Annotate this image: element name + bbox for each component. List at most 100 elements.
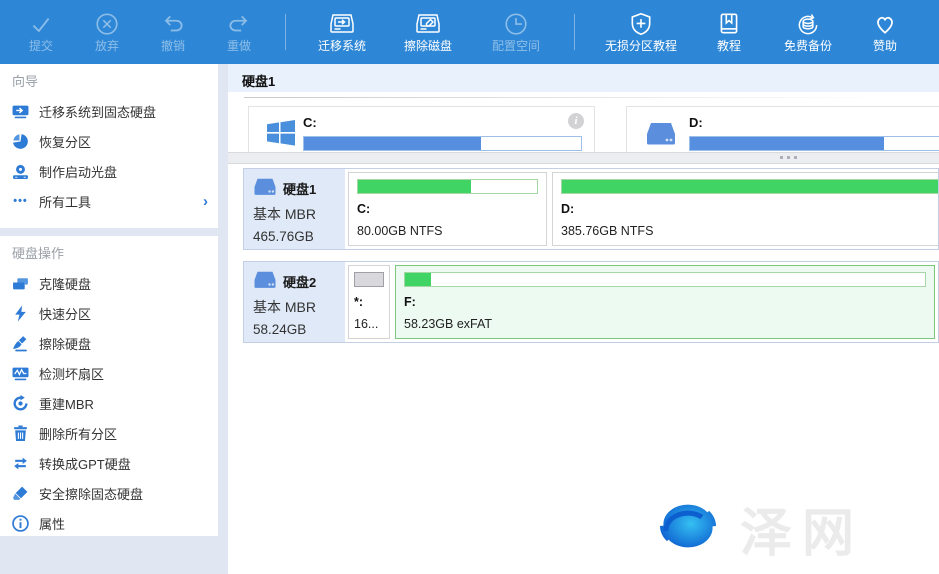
commit-button[interactable]: 提交 [8,11,74,53]
partition-tutorial-label: 无损分区教程 [605,40,677,53]
disk-name: 硬盘2 [283,272,316,291]
sidebar-item-label: 转换成GPT硬盘 [39,454,131,473]
sidebar-item-recover-partition[interactable]: 恢复分区 [0,126,218,156]
tutorial-button[interactable]: 教程 [694,11,764,53]
disk-size: 465.76GB [253,229,345,244]
toolbar-separator [285,14,286,50]
usage-bar-fill [304,137,481,150]
disk-type: 基本 MBR [253,204,345,224]
sidebar-item-all-tools[interactable]: ••• 所有工具 › [0,186,218,216]
overview-drive-label: C: [303,115,317,130]
info-icon[interactable]: i [568,113,584,129]
partition-label: *: [354,295,384,309]
wipe-disk-button[interactable]: 擦除磁盘 [385,11,471,53]
partition-tutorial-button[interactable]: 无损分区教程 [588,11,694,53]
commit-check-icon [28,11,54,37]
usage-bar [357,179,538,194]
sidebar-item-label: 检测坏扇区 [39,364,104,383]
disk-row-1: 硬盘1 基本 MBR 465.76GB C: 80.00GB NTFS [243,168,939,250]
sidebar-item-label: 所有工具 [39,192,91,211]
partition-unnamed[interactable]: *: 16... [348,265,390,339]
sidebar-item-properties[interactable]: 属性 [0,508,218,538]
overview-drive-label: D: [689,115,703,130]
sidebar-item-migrate-ssd[interactable]: 迁移系统到固态硬盘 [0,96,218,126]
book-icon [716,11,742,37]
partition-label: F: [404,295,926,309]
quick-partition-icon [12,305,29,322]
usage-bar [354,272,384,287]
shield-plus-icon [628,11,654,37]
free-backup-button[interactable]: 免费备份 [764,11,852,53]
toolbar: 提交 放弃 撤销 重做 迁移系统 擦除磁盘 配置空间 [0,0,939,64]
disk2-info-cell[interactable]: 硬盘2 基本 MBR 58.24GB [244,262,345,342]
sidebar-item-rebuild-mbr[interactable]: 重建MBR [0,388,218,418]
toolbar-separator [574,14,575,50]
splitter-dots-icon [780,156,797,159]
sidebar-item-clone-disk[interactable]: 克隆硬盘 [0,268,218,298]
backup-icon [794,11,822,37]
usage-bar [303,136,582,151]
redo-button[interactable]: 重做 [206,11,272,53]
erase-disk-icon [12,335,29,352]
windows-logo [267,120,295,151]
disk1-info-cell[interactable]: 硬盘1 基本 MBR 465.76GB [244,169,345,249]
disk-row-2: 硬盘2 基本 MBR 58.24GB *: 16... F: [243,261,939,343]
partition-c[interactable]: C: 80.00GB NTFS [348,172,547,246]
sidebar-section-title: 硬盘操作 [0,236,218,268]
sidebar-item-label: 恢复分区 [39,132,91,151]
partition-size: 58.23GB exFAT [404,317,926,331]
main-content: C: i D: 硬盘1 基本 MBR [228,92,939,574]
migrate-system-button[interactable]: 迁移系统 [299,11,385,53]
partition-size: 16... [354,317,384,331]
undo-label: 撤销 [161,40,185,53]
splitter-handle[interactable] [228,152,939,164]
watermark: 泽网 [652,491,864,566]
disk-type: 基本 MBR [253,297,345,317]
partition-size: 80.00GB NTFS [357,224,538,238]
sidebar-item-bad-sector[interactable]: 检测坏扇区 [0,358,218,388]
convert-gpt-icon [12,455,29,472]
disk-name: 硬盘1 [283,179,316,198]
tutorial-label: 教程 [717,40,741,53]
partition-strip: *: 16... F: 58.23GB exFAT [345,262,938,342]
partition-size: 385.76GB NTFS [561,224,939,238]
sponsor-label: 赞助 [873,40,897,53]
sponsor-button[interactable]: 赞助 [852,11,918,53]
sidebar-item-convert-gpt[interactable]: 转换成GPT硬盘 [0,448,218,478]
tab-disk1[interactable]: 硬盘1 [228,64,939,90]
overview-card-d[interactable]: D: [626,106,939,154]
sidebar-item-delete-all-partitions[interactable]: 删除所有分区 [0,418,218,448]
sidebar-disk-ops-panel: 硬盘操作 克隆硬盘 快速分区 擦除硬盘 检测坏扇区 重建MBR 删除所有分区 [0,236,218,536]
partition-d[interactable]: D: 385.76GB NTFS [552,172,939,246]
usage-bar-fill [405,273,431,286]
disk-icon [645,122,677,151]
rebuild-mbr-icon [12,395,29,412]
commit-label: 提交 [29,40,53,53]
bad-sector-icon [12,365,29,382]
sidebar-item-quick-partition[interactable]: 快速分区 [0,298,218,328]
discard-button[interactable]: 放弃 [74,11,140,53]
usage-bar-fill [562,180,939,193]
overview-card-c[interactable]: C: i [248,106,595,154]
sidebar-item-erase-disk[interactable]: 擦除硬盘 [0,328,218,358]
sidebar-item-bootable-media[interactable]: 制作启动光盘 [0,156,218,186]
sidebar-item-label: 快速分区 [39,304,91,323]
sidebar-item-label: 删除所有分区 [39,424,117,443]
bootable-media-icon [12,163,29,180]
wipe-disk-icon [414,11,442,37]
usage-bar [404,272,926,287]
free-backup-label: 免费备份 [784,40,832,53]
redo-icon [226,11,252,37]
disk-size: 58.24GB [253,322,345,337]
sidebar-item-label: 克隆硬盘 [39,274,91,293]
partition-f-selected[interactable]: F: 58.23GB exFAT [395,265,935,339]
discard-label: 放弃 [95,40,119,53]
usage-bar-fill [358,180,471,193]
sidebar-item-secure-erase[interactable]: 安全擦除固态硬盘 [0,478,218,508]
sidebar-wizard-panel: 向导 迁移系统到固态硬盘 恢复分区 制作启动光盘 ••• 所有工具 › [0,64,218,228]
properties-info-icon [12,515,29,532]
sidebar-item-label: 制作启动光盘 [39,162,117,181]
allocate-space-button[interactable]: 配置空间 [471,11,561,53]
partition-label: D: [561,202,939,216]
undo-button[interactable]: 撤销 [140,11,206,53]
